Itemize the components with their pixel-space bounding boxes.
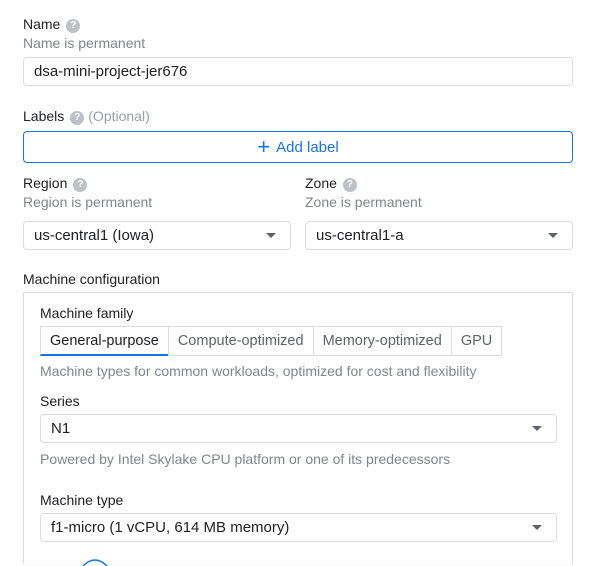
region-label: Region (23, 175, 68, 191)
series-select-value: N1 (51, 420, 71, 437)
machine-family-description: Machine types for common workloads, opti… (40, 363, 477, 379)
series-select[interactable]: N1 (40, 414, 557, 443)
help-icon[interactable]: ? (342, 178, 357, 192)
region-hint: Region is permanent (23, 194, 153, 210)
machine-type-select[interactable]: f1-micro (1 vCPU, 614 MB memory) (40, 513, 557, 542)
tab-compute-optimized[interactable]: Compute-optimized (167, 326, 314, 356)
machine-family-tabs: General-purpose Compute-optimized Memory… (40, 326, 503, 356)
caret-down-icon (266, 233, 276, 238)
machine-family-label: Machine family (40, 305, 134, 321)
name-hint: Name is permanent (23, 35, 146, 51)
machine-type-label: Machine type (40, 492, 124, 508)
zone-select[interactable]: us-central1-a (305, 221, 573, 250)
tab-memory-optimized[interactable]: Memory-optimized (312, 326, 452, 356)
machine-config-card: Machine family General-purpose Compute-o… (23, 292, 573, 566)
zone-select-value: us-central1-a (316, 227, 404, 244)
name-label-row: Name? (23, 16, 81, 33)
help-icon[interactable]: ? (70, 111, 85, 125)
series-description: Powered by Intel Skylake CPU platform or… (40, 451, 451, 467)
machine-config-title: Machine configuration (23, 271, 160, 287)
zone-label: Zone (305, 175, 337, 191)
labels-label-row: Labels? (Optional) (23, 108, 150, 125)
tab-general-purpose[interactable]: General-purpose (40, 326, 169, 356)
labels-optional: (Optional) (88, 108, 150, 124)
name-label: Name (23, 16, 61, 32)
series-label: Series (40, 393, 80, 409)
tab-gpu[interactable]: GPU (450, 326, 503, 356)
region-label-row: Region? (23, 175, 88, 192)
help-icon[interactable]: ? (66, 19, 81, 33)
caret-down-icon (532, 525, 542, 530)
chevron-up-icon[interactable] (82, 558, 108, 566)
caret-down-icon (548, 233, 558, 238)
zone-label-row: Zone? (305, 175, 357, 192)
help-icon[interactable]: ? (73, 178, 88, 192)
region-select-value: us-central1 (Iowa) (34, 227, 155, 244)
add-label-text: Add label (276, 138, 339, 156)
machine-type-select-value: f1-micro (1 vCPU, 614 MB memory) (51, 519, 290, 536)
plus-icon: + (257, 134, 271, 159)
name-input-value: dsa-mini-project-jer676 (34, 63, 188, 80)
name-input[interactable]: dsa-mini-project-jer676 (23, 57, 573, 86)
zone-hint: Zone is permanent (305, 194, 422, 210)
region-select[interactable]: us-central1 (Iowa) (23, 221, 291, 250)
caret-down-icon (532, 426, 542, 431)
add-label-button[interactable]: + Add label (23, 131, 573, 163)
labels-label: Labels (23, 108, 65, 124)
